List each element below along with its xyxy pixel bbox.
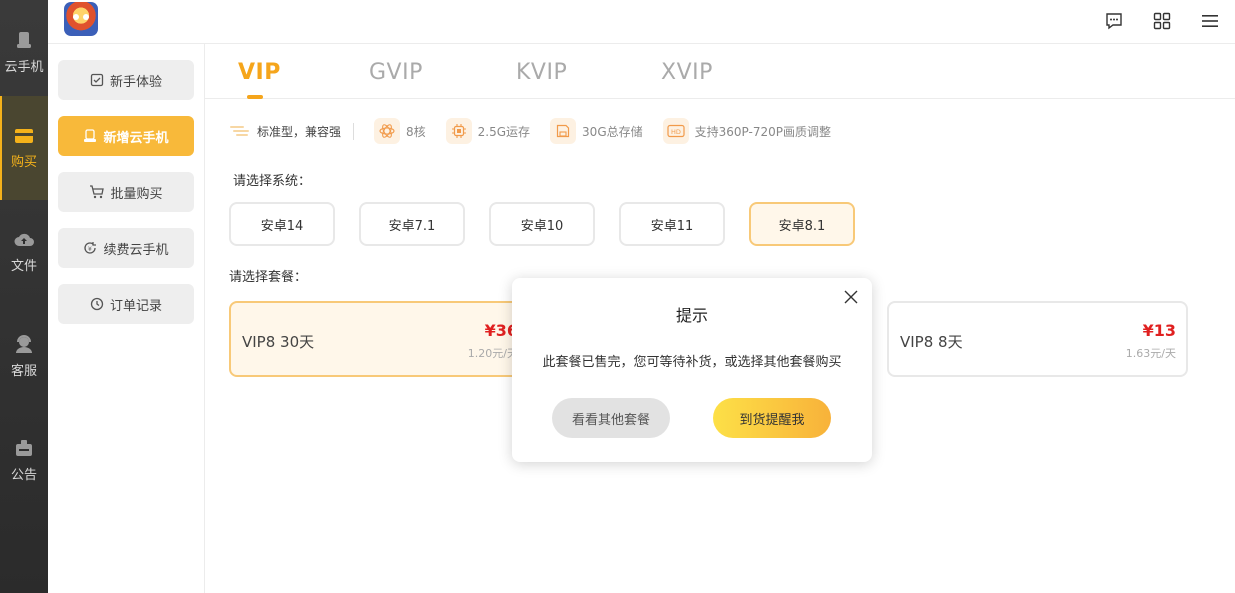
close-icon[interactable] [842, 288, 860, 306]
plan-card-vip8-30[interactable]: VIP8 30天 ¥36 1.20元/天 [229, 301, 530, 377]
view-other-plans-button[interactable]: 看看其他套餐 [552, 398, 670, 438]
top-bar [48, 0, 1235, 44]
lines-icon [230, 126, 249, 136]
buy-submenu: 新手体验 新增云手机 批量购买 ¥ 续费云手机 订单记录 [48, 44, 205, 593]
plan-name: VIP8 8天 [900, 333, 963, 351]
spec-quality-text: 支持360P-720P画质调整 [694, 124, 831, 139]
menu-icon[interactable] [1197, 10, 1223, 32]
plan-price: ¥13 [1142, 321, 1176, 340]
tab-xvip[interactable]: XVIP [661, 60, 713, 85]
spec-cores-text: 8核 [406, 124, 426, 139]
spec-type-text: 标准型，兼容强 [257, 124, 342, 139]
phone-icon [17, 31, 31, 48]
submenu-label: 新增云手机 [103, 130, 169, 146]
spec-cores: 8核 [374, 118, 426, 144]
rail-item-label: 云手机 [4, 59, 44, 75]
notify-restock-button[interactable]: 到货提醒我 [713, 398, 831, 438]
trial-icon [90, 73, 104, 87]
system-option-android10[interactable]: 安卓10 [489, 202, 595, 246]
plan-card-vip8-8[interactable]: VIP8 8天 ¥13 1.63元/天 [887, 301, 1188, 377]
svg-text:HD: HD [671, 128, 681, 136]
rail-item-buy[interactable]: 购买 [0, 96, 48, 200]
rail-item-label: 购买 [10, 154, 37, 170]
dialog-message: 此套餐已售完，您可等待补货，或选择其他套餐购买 [542, 355, 842, 370]
plan-label: 请选择套餐： [229, 270, 308, 285]
spec-storage: 30G总存储 [550, 118, 643, 144]
submenu-label: 批量购买 [110, 186, 163, 202]
cloud-upload-icon [14, 233, 35, 246]
hd-icon: HD [662, 118, 689, 144]
renew-icon: ¥ [84, 242, 97, 254]
logo-eye [83, 14, 89, 20]
cart-card-icon [15, 128, 33, 143]
message-icon[interactable] [1101, 10, 1127, 32]
notice-icon [16, 439, 32, 456]
submenu-bulk-buy[interactable]: 批量购买 [58, 172, 194, 212]
system-option-android11[interactable]: 安卓11 [619, 202, 725, 246]
add-phone-icon [84, 129, 97, 142]
atom-icon [374, 118, 401, 144]
vip-tabs: VIP GVIP KVIP XVIP [205, 44, 1235, 99]
rail-item-label: 公告 [10, 467, 37, 483]
rail-item-label: 客服 [10, 363, 37, 379]
spec-ram: 2.5G运存 [445, 118, 531, 144]
dialog-title: 提示 [675, 306, 708, 325]
submenu-label: 新手体验 [109, 74, 162, 90]
spec-list: 标准型，兼容强 8核 2.5G运存 30G总存储 HD 支持360P-720P画… [229, 116, 851, 146]
submenu-label: 订单记录 [109, 298, 162, 314]
system-option-android7-1[interactable]: 安卓7.1 [359, 202, 465, 246]
system-option-android8-1[interactable]: 安卓8.1 [749, 202, 855, 246]
spec-ram-text: 2.5G运存 [477, 124, 531, 139]
plan-per-day: 1.20元/天 [467, 347, 518, 360]
plan-per-day: 1.63元/天 [1125, 347, 1176, 360]
system-option-android14[interactable]: 安卓14 [229, 202, 335, 246]
rail-item-files[interactable]: 文件 [0, 200, 48, 304]
sold-out-dialog: 提示 此套餐已售完，您可等待补货，或选择其他套餐购买 看看其他套餐 到货提醒我 [512, 278, 872, 462]
submenu-new-trial[interactable]: 新手体验 [58, 60, 194, 100]
rail-item-cloud-phone[interactable]: 云手机 [0, 0, 48, 104]
clock-icon [90, 297, 104, 311]
chip-icon [445, 118, 472, 144]
logo-eye [73, 14, 79, 20]
system-label: 请选择系统： [233, 174, 312, 189]
spec-storage-text: 30G总存储 [582, 124, 643, 139]
rail-item-support[interactable]: 客服 [0, 304, 48, 408]
rail-item-notice[interactable]: 公告 [0, 408, 48, 512]
active-tab-indicator [247, 95, 263, 99]
app-logo [64, 2, 98, 36]
headset-icon [16, 334, 32, 353]
svg-text:¥: ¥ [88, 246, 92, 253]
spec-quality: HD 支持360P-720P画质调整 [662, 118, 831, 144]
submenu-add-phone[interactable]: 新增云手机 [58, 116, 194, 156]
top-icons [1101, 10, 1223, 32]
tab-kvip[interactable]: KVIP [516, 60, 567, 85]
grid-icon[interactable] [1149, 10, 1175, 32]
tab-vip[interactable]: VIP [238, 60, 281, 85]
rail-item-label: 文件 [10, 258, 37, 274]
submenu-label: 续费云手机 [103, 242, 169, 258]
plan-name: VIP8 30天 [242, 333, 315, 351]
app-window: 云手机 购买 文件 客服 公告 新手体验 新增云手机 批量购买 ¥ 续费云手机 … [0, 0, 1235, 593]
left-rail: 云手机 购买 文件 客服 公告 [0, 0, 48, 593]
tab-gvip[interactable]: GVIP [369, 60, 423, 85]
submenu-renew[interactable]: ¥ 续费云手机 [58, 228, 194, 268]
save-icon [550, 118, 577, 144]
submenu-orders[interactable]: 订单记录 [58, 284, 194, 324]
cart-icon [90, 185, 105, 199]
spec-type: 标准型，兼容强 [229, 122, 355, 140]
